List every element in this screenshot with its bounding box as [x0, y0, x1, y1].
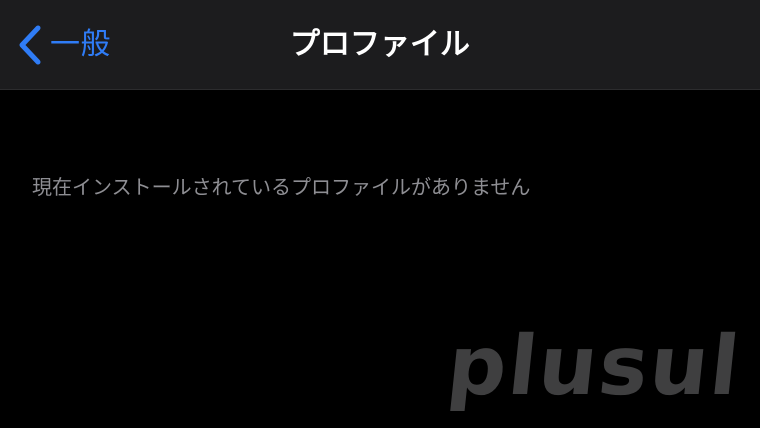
watermark-logo: plusul: [442, 319, 746, 414]
page-title: プロファイル: [290, 27, 470, 62]
empty-state-message: 現在インストールされているプロファイルがありません: [32, 175, 531, 199]
navigation-bar: 一般 プロファイル: [0, 0, 760, 90]
